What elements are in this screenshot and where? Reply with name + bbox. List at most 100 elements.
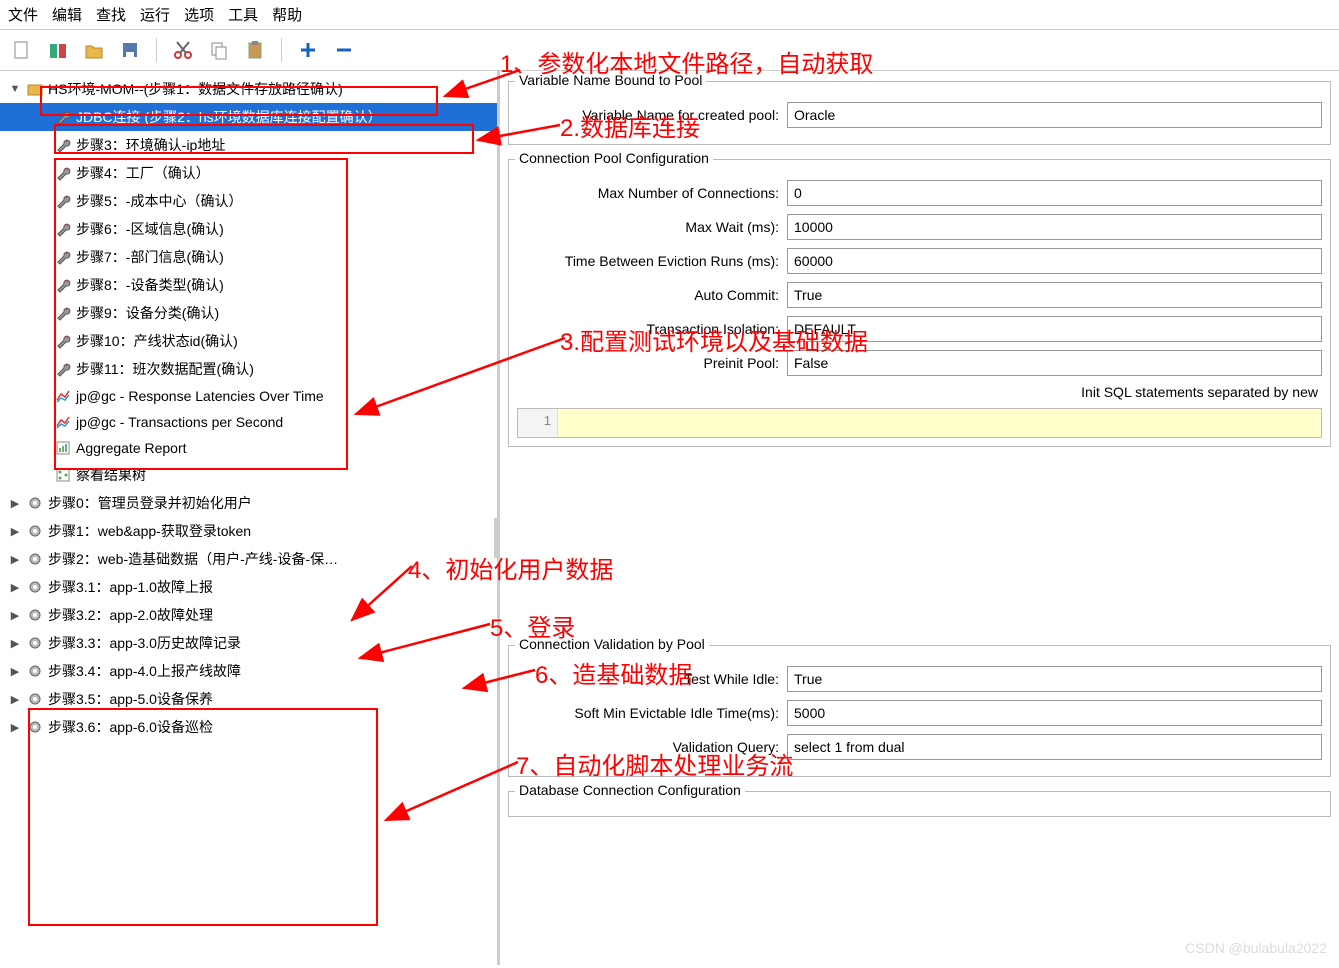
wrench-icon [54,108,72,126]
section3-title: Connection Validation by Pool [515,636,709,652]
splitter[interactable] [494,518,500,558]
cut-icon[interactable] [169,36,197,64]
wrench-icon [54,220,72,238]
menu-edit[interactable]: 编辑 [52,4,82,25]
tree-item-label: jp@gc - Response Latencies Over Time [76,388,324,404]
menu-find[interactable]: 查找 [96,4,126,25]
gear-icon [26,606,44,624]
preinit-input[interactable] [787,350,1322,376]
tree-item-22[interactable]: ▶步骤3.5：app-5.0设备保养 [0,685,497,713]
tree-item-label: 步骤10：产线状态id(确认) [76,331,238,351]
new-icon[interactable] [8,36,36,64]
expand-arrow-icon[interactable]: ▶ [8,525,22,538]
section1-title: Variable Name Bound to Pool [515,72,706,88]
tree-item-23[interactable]: ▶步骤3.6：app-6.0设备巡检 [0,713,497,741]
tree-item-8[interactable]: 步骤9：设备分类(确认) [0,299,497,327]
maxconn-input[interactable] [787,180,1322,206]
gear-icon [26,522,44,540]
wrench-icon [54,136,72,154]
tree-item-21[interactable]: ▶ 步骤3.4：app-4.0上报产线故障 [0,657,497,685]
tree-item-11[interactable]: jp@gc - Response Latencies Over Time [0,383,497,409]
minus-icon[interactable] [330,36,358,64]
expand-arrow-icon[interactable]: ▶ [8,637,22,650]
valquery-input[interactable] [787,734,1322,760]
menu-file[interactable]: 文件 [8,4,38,25]
tree-item-12[interactable]: jp@gc - Transactions per Second [0,409,497,435]
tree-item-6[interactable]: 步骤7：-部门信息(确认) [0,243,497,271]
report-icon [54,439,72,457]
tree-item-0[interactable]: ▼HS环境-MOM--(步骤1：数据文件存放路径确认) [0,75,497,103]
tree-item-label: 步骤3.2：app-2.0故障处理 [48,605,213,625]
tree-item-label: 步骤8：-设备类型(确认) [76,275,224,295]
isolation-label: Transaction Isolation: [517,321,787,337]
wrench-icon [54,304,72,322]
tree-item-15[interactable]: ▶ 步骤0：管理员登录并初始化用户 [0,489,497,517]
wrench-icon [54,248,72,266]
initsql-label: Init SQL statements separated by new [1081,384,1322,400]
gear-icon [26,578,44,596]
initsql-editor[interactable]: 1 [517,408,1322,438]
save-icon[interactable] [116,36,144,64]
tree-item-label: 步骤4：工厂（确认） [76,163,210,183]
tree-item-label: 步骤11：班次数据配置(确认) [76,359,254,379]
testidle-input[interactable] [787,666,1322,692]
expand-arrow-icon[interactable]: ▶ [8,497,22,510]
open-icon[interactable] [80,36,108,64]
tree-item-19[interactable]: ▶ 步骤3.2：app-2.0故障处理 [0,601,497,629]
tree-item-label: 步骤2：web-造基础数据（用户-产线-设备-保… [48,549,338,569]
expand-arrow-icon[interactable]: ▶ [8,721,22,734]
isolation-input[interactable] [787,316,1322,342]
tree-item-9[interactable]: 步骤10：产线状态id(确认) [0,327,497,355]
tree-item-3[interactable]: 步骤4：工厂（确认） [0,159,497,187]
menu-options[interactable]: 选项 [184,4,214,25]
softmin-input[interactable] [787,700,1322,726]
tree-item-label: 察看结果树 [76,465,146,485]
menu-tools[interactable]: 工具 [228,4,258,25]
chart-icon [54,413,72,431]
menu-help[interactable]: 帮助 [272,4,302,25]
expand-arrow-icon[interactable]: ▶ [8,581,22,594]
expand-arrow-icon[interactable]: ▶ [8,665,22,678]
tree-item-2[interactable]: 步骤3：环境确认-ip地址 [0,131,497,159]
tree-item-20[interactable]: ▶ 步骤3.3：app-3.0历史故障记录 [0,629,497,657]
tree-item-label: 步骤3.1：app-1.0故障上报 [48,577,213,597]
tree-item-5[interactable]: 步骤6：-区域信息(确认) [0,215,497,243]
preinit-label: Preinit Pool: [517,355,787,371]
varname-input[interactable] [787,102,1322,128]
toolbar [0,30,1339,71]
tree-item-13[interactable]: Aggregate Report [0,435,497,461]
tree-item-4[interactable]: 步骤5：-成本中心（确认） [0,187,497,215]
expand-arrow-icon[interactable]: ▶ [8,693,22,706]
expand-arrow-icon[interactable]: ▶ [8,553,22,566]
gear-icon [26,550,44,568]
valquery-label: Validation Query: [517,739,787,755]
templates-icon[interactable] [44,36,72,64]
tree-item-18[interactable]: ▶ 步骤3.1：app-1.0故障上报 [0,573,497,601]
testidle-label: Test While Idle: [517,671,787,687]
tree-item-label: 步骤3.3：app-3.0历史故障记录 [48,633,241,653]
evict-input[interactable] [787,248,1322,274]
tree-item-label: 步骤3.4：app-4.0上报产线故障 [48,661,241,681]
tree-item-label: 步骤0：管理员登录并初始化用户 [48,493,252,513]
gutter-linenum: 1 [518,409,558,437]
autocommit-input[interactable] [787,282,1322,308]
expand-arrow-icon[interactable]: ▼ [8,83,22,95]
section2-title: Connection Pool Configuration [515,150,713,166]
tree-item-1[interactable]: JDBC连接 (步骤2：hs环境数据库连接配置确认） [0,103,497,131]
maxwait-label: Max Wait (ms): [517,219,787,235]
wrench-icon [54,332,72,350]
expand-arrow-icon[interactable]: ▶ [8,609,22,622]
menu-run[interactable]: 运行 [140,4,170,25]
tree-item-7[interactable]: 步骤8：-设备类型(确认) [0,271,497,299]
tree-item-label: 步骤7：-部门信息(确认) [76,247,224,267]
copy-icon[interactable] [205,36,233,64]
tree-item-10[interactable]: 步骤11：班次数据配置(确认) [0,355,497,383]
maxwait-input[interactable] [787,214,1322,240]
tree-item-14[interactable]: 察看结果树 [0,461,497,489]
tree-item-16[interactable]: ▶步骤1：web&app-获取登录token [0,517,497,545]
maxconn-label: Max Number of Connections: [517,185,787,201]
paste-icon[interactable] [241,36,269,64]
plus-icon[interactable] [294,36,322,64]
tree-item-label: 步骤5：-成本中心（确认） [76,191,242,211]
tree-item-17[interactable]: ▶ 步骤2：web-造基础数据（用户-产线-设备-保… [0,545,497,573]
